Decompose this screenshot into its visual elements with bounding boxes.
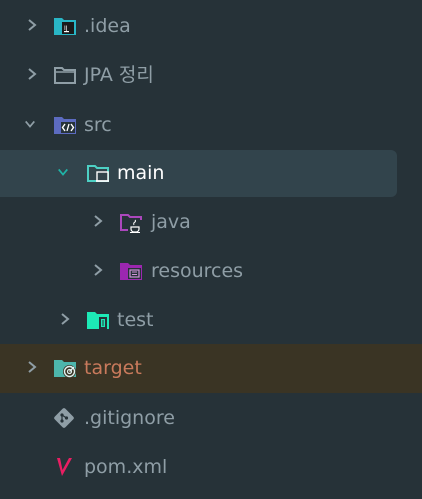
- target-folder-icon: [54, 360, 76, 378]
- main-folder-icon: [87, 165, 109, 182]
- tree-item-pom[interactable]: pom.xml: [0, 443, 422, 492]
- tree-item-label: test: [117, 309, 154, 331]
- tree-item-label: pom.xml: [84, 456, 168, 478]
- tree-item-label: src: [84, 114, 112, 136]
- resources-folder-icon: [120, 263, 142, 280]
- chevron-right-icon[interactable]: [26, 18, 38, 32]
- tree-item-idea[interactable]: IJ .idea: [0, 2, 422, 51]
- tree-item-label: JPA 정리: [84, 64, 154, 86]
- idea-folder-icon: IJ: [54, 18, 76, 35]
- tree-item-main[interactable]: main: [0, 149, 422, 198]
- chevron-right-icon[interactable]: [92, 263, 104, 277]
- tree-item-resources[interactable]: resources: [0, 247, 422, 296]
- maven-icon: [57, 458, 72, 476]
- tree-item-java[interactable]: java: [0, 198, 422, 247]
- tree-item-label: main: [117, 162, 165, 184]
- tree-item-label: resources: [151, 260, 244, 282]
- tree-item-src[interactable]: src: [0, 101, 422, 150]
- test-folder-icon: [87, 312, 109, 329]
- folder-icon: [54, 67, 76, 84]
- chevron-right-icon[interactable]: [92, 214, 104, 228]
- source-folder-icon: [54, 117, 76, 134]
- tree-item-label: .idea: [84, 15, 131, 37]
- tree-item-target[interactable]: target: [0, 344, 422, 393]
- chevron-down-icon[interactable]: [57, 165, 69, 179]
- chevron-down-icon[interactable]: [24, 117, 36, 131]
- tree-item-gitignore[interactable]: .gitignore: [0, 394, 422, 443]
- project-tree: IJ .idea JPA 정리 src main java resources …: [0, 0, 422, 499]
- tree-item-label: java: [151, 211, 191, 233]
- chevron-right-icon[interactable]: [26, 360, 38, 374]
- tree-item-label: .gitignore: [84, 407, 175, 429]
- tree-item-jpa[interactable]: JPA 정리: [0, 51, 422, 100]
- tree-item-label: target: [84, 357, 142, 379]
- svg-text:IJ: IJ: [64, 25, 68, 32]
- java-folder-icon: [120, 214, 142, 233]
- tree-item-test[interactable]: test: [0, 296, 422, 345]
- git-icon: [54, 408, 74, 428]
- chevron-right-icon[interactable]: [59, 312, 71, 326]
- chevron-right-icon[interactable]: [26, 67, 38, 81]
